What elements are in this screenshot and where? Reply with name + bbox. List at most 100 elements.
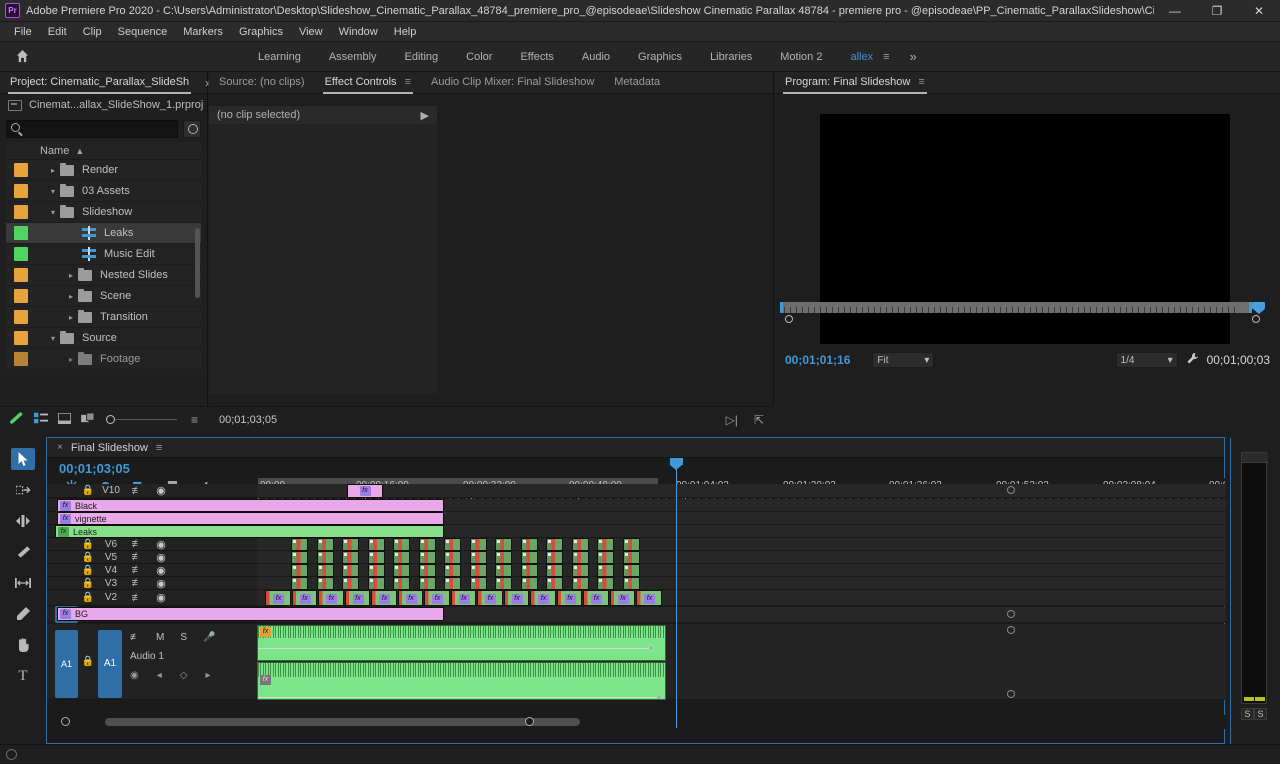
menu-markers[interactable]: Markers — [175, 22, 231, 42]
track-name-label[interactable]: A1 — [98, 629, 122, 698]
list-view-icon[interactable] — [34, 412, 48, 427]
timeline-clip[interactable] — [495, 551, 512, 564]
clip-selector[interactable]: (no clip selected) ▶ — [209, 106, 437, 124]
timeline-clip[interactable] — [546, 551, 563, 564]
scrollbar-thumb[interactable] — [105, 718, 580, 726]
tab-source[interactable]: Source: (no clips) — [209, 72, 315, 94]
settings-wrench-icon[interactable] — [1186, 352, 1199, 368]
search-input[interactable] — [25, 123, 177, 135]
timeline-clip[interactable] — [469, 538, 487, 551]
list-item[interactable]: ▸ Scene — [6, 286, 201, 307]
timeline-clip[interactable] — [291, 538, 308, 551]
minimize-button[interactable]: — — [1154, 0, 1196, 22]
lock-icon[interactable]: 🔒 — [78, 578, 98, 589]
freeform-view-icon[interactable] — [81, 412, 96, 427]
timeline-clip[interactable] — [571, 577, 589, 590]
sync-lock-icon[interactable]: ≢ — [124, 577, 150, 589]
timeline-clip[interactable]: fx — [424, 590, 450, 606]
timeline-menu-icon[interactable]: ≡ — [156, 442, 162, 454]
lock-icon[interactable]: 🔒 — [78, 565, 98, 576]
lock-icon[interactable]: 🔒 — [78, 592, 98, 603]
next-keyframe-icon[interactable]: ▸ — [205, 670, 210, 681]
track-name-label[interactable]: V5 — [98, 552, 124, 563]
list-item[interactable]: Music Edit — [6, 244, 201, 265]
track-target-a1[interactable]: A1 — [55, 629, 78, 698]
icon-view-icon[interactable] — [57, 411, 72, 427]
timeline-clip-bg[interactable]: fx BG — [57, 607, 444, 621]
track-header-v2[interactable]: 🔒 V2 ≢ ◉ — [47, 590, 257, 606]
tab-effect-controls[interactable]: Effect Controls ≡ — [315, 72, 421, 94]
timeline-clip[interactable] — [597, 538, 614, 551]
track-name-label[interactable]: V6 — [98, 539, 124, 550]
list-item[interactable]: ▸ Transition — [6, 307, 201, 328]
timeline-clip[interactable]: fx — [344, 590, 370, 606]
program-playhead[interactable] — [1252, 302, 1265, 314]
timeline-clip[interactable] — [418, 551, 436, 564]
timeline-clip[interactable]: fx — [397, 590, 423, 606]
solo-track-button[interactable]: S — [180, 632, 187, 643]
audio-meter[interactable] — [1241, 452, 1268, 704]
audio-clip-2[interactable]: fx — [257, 662, 666, 700]
source-timecode[interactable]: 00;01;03;05 — [219, 414, 277, 426]
timeline-clip[interactable]: fx — [530, 590, 556, 606]
track-select-forward-tool[interactable] — [11, 479, 35, 501]
timeline-clip[interactable] — [418, 564, 436, 577]
list-item[interactable]: ▸ Nested Slides — [6, 265, 201, 286]
tab-audio-clip-mixer[interactable]: Audio Clip Mixer: Final Slideshow — [421, 72, 604, 94]
voice-over-icon[interactable]: 🎤 — [203, 632, 215, 643]
mute-track-button[interactable]: M — [156, 632, 164, 643]
timeline-clip[interactable] — [495, 538, 512, 551]
program-tab-menu-icon[interactable]: ≡ — [918, 76, 924, 88]
audio-clip-1[interactable]: fx — [257, 625, 666, 661]
play-in-to-out-icon[interactable]: ▷| — [726, 413, 738, 427]
sync-lock-icon[interactable]: ≢ — [130, 632, 140, 643]
chevron-right-icon[interactable]: ▸ — [64, 292, 78, 301]
tab-project[interactable]: Project: Cinematic_Parallax_SlideSh — [0, 72, 199, 94]
timeline-clip[interactable] — [444, 551, 461, 564]
tab-libraries[interactable]: Libraries — [696, 42, 766, 72]
timeline-clip[interactable] — [342, 551, 359, 564]
track-output-eye-icon[interactable]: ◉ — [150, 564, 172, 577]
timeline-clip[interactable] — [316, 538, 334, 551]
track-name-label[interactable]: V10 — [98, 485, 124, 496]
lock-icon[interactable]: 🔒 — [78, 656, 98, 667]
workspace-overflow-icon[interactable]: » — [896, 49, 931, 64]
sync-lock-icon[interactable]: ≢ — [124, 551, 150, 563]
program-duration-timecode[interactable]: 00;01;00;03 — [1207, 353, 1270, 367]
chevron-right-icon[interactable]: ▸ — [46, 166, 60, 175]
scrubber-handle-right[interactable] — [1252, 315, 1260, 323]
chevron-down-icon[interactable]: ▾ — [46, 334, 60, 343]
project-scrollbar[interactable] — [195, 228, 200, 298]
scrubber-track[interactable] — [780, 302, 1252, 313]
timeline-clip[interactable] — [546, 538, 563, 551]
timeline-clip-black[interactable]: fx Black — [57, 499, 444, 512]
timeline-clip[interactable]: fx — [347, 484, 383, 498]
timeline-clip[interactable] — [418, 538, 436, 551]
timeline-clip[interactable]: fx — [556, 590, 582, 606]
timeline-clip[interactable] — [342, 538, 359, 551]
search-box[interactable] — [6, 120, 178, 138]
tab-color[interactable]: Color — [452, 42, 506, 72]
timeline-clip[interactable] — [597, 551, 614, 564]
volume-keyframe[interactable] — [656, 694, 662, 699]
list-item[interactable]: ▸ Footage — [6, 349, 201, 370]
timeline-clip[interactable]: fx — [450, 590, 476, 606]
tab-metadata[interactable]: Metadata — [604, 72, 670, 94]
track-name-label[interactable]: V2 — [98, 592, 124, 603]
timeline-clip[interactable] — [495, 564, 512, 577]
timeline-clip[interactable] — [520, 564, 538, 577]
timeline-clip[interactable]: fx — [636, 590, 662, 606]
timeline-clip[interactable] — [520, 577, 538, 590]
project-file-row[interactable]: Cinemat...allax_SlideShow_1.prproj — [0, 94, 207, 116]
timeline-clip[interactable] — [520, 551, 538, 564]
track-header-v5[interactable]: 🔒 V5 ≢ ◉ — [47, 551, 257, 564]
timeline-clip[interactable] — [571, 564, 589, 577]
track-keyframe-dot[interactable] — [1007, 610, 1015, 618]
timeline-playhead-timecode[interactable]: 00;01;03;05 — [59, 461, 130, 476]
timeline-clip[interactable] — [444, 564, 461, 577]
tab-assembly[interactable]: Assembly — [315, 42, 391, 72]
tab-audio[interactable]: Audio — [568, 42, 624, 72]
track-output-eye-icon[interactable]: ◉ — [150, 577, 172, 590]
track-keyframe-dot[interactable] — [1007, 626, 1015, 634]
track-output-eye-icon[interactable]: ◉ — [150, 484, 172, 497]
